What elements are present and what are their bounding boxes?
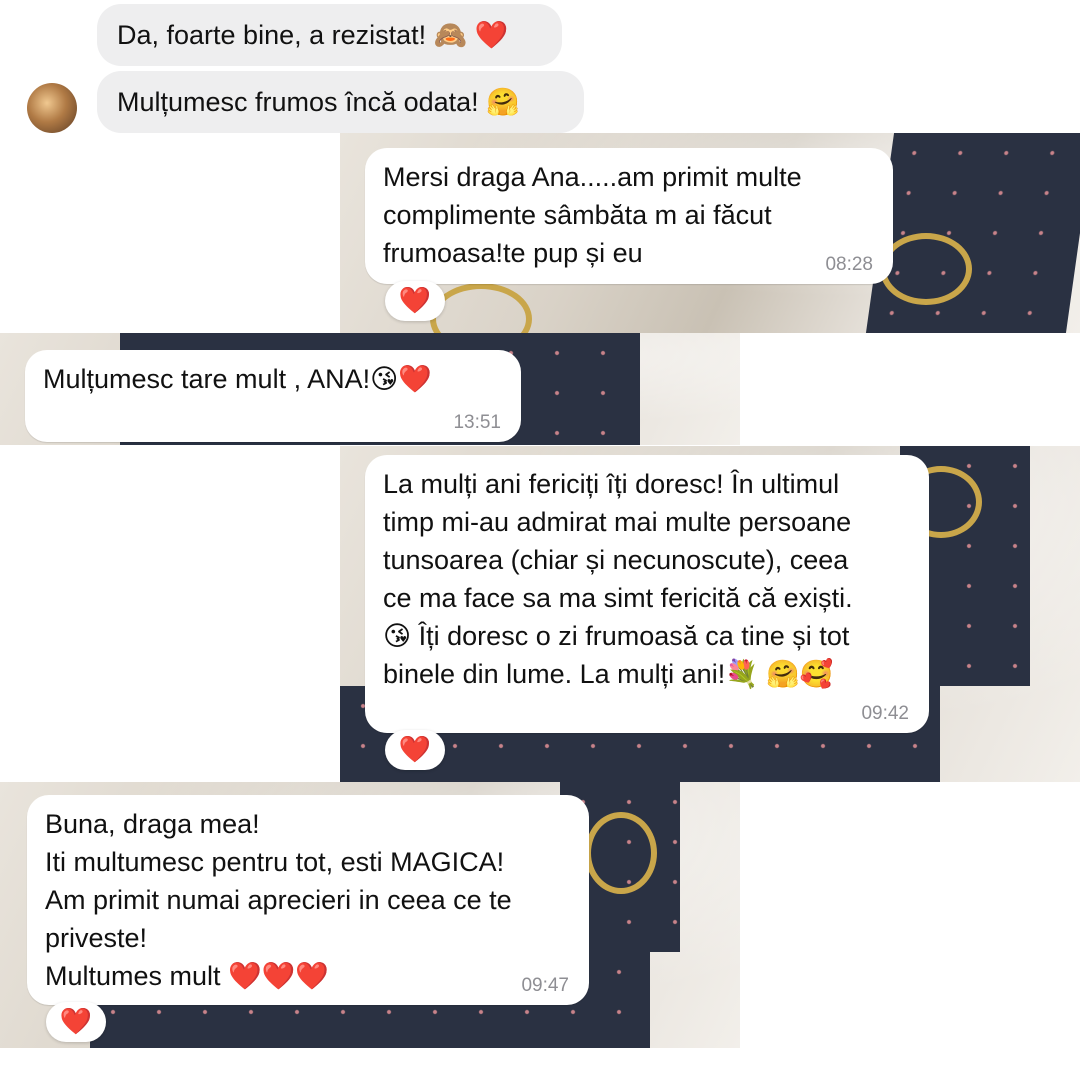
message-timestamp: 09:47 (521, 975, 569, 996)
heart-reaction[interactable]: ❤️ (385, 730, 445, 770)
message-text: Mersi draga Ana.....am primit multe comp… (383, 162, 802, 268)
message-bubble-5[interactable]: La mulți ani fericiți îți doresc! În ult… (365, 455, 929, 733)
message-text: Mulțumesc tare mult , ANA!😘❤️ (43, 364, 432, 394)
message-timestamp: 08:28 (825, 254, 873, 275)
heart-emoji: ❤️ (474, 20, 509, 50)
message-bubble-6[interactable]: Buna, draga mea! Iti multumesc pentru to… (27, 795, 589, 1005)
message-bubble-4[interactable]: Mulțumesc tare mult , ANA!😘❤️ 13:51 (25, 350, 521, 442)
message-bubble-3[interactable]: Mersi draga Ana.....am primit multe comp… (365, 148, 893, 284)
heart-icon: ❤️ (398, 286, 432, 316)
message-text: La mulți ani fericiți îți doresc! În ult… (383, 469, 853, 689)
message-timestamp: 09:42 (861, 703, 909, 724)
heart-reaction[interactable]: ❤️ (46, 1002, 106, 1042)
message-text: Mulțumesc frumos încă odata! 🤗 (117, 87, 520, 117)
message-text: Buna, draga mea! Iti multumesc pentru to… (45, 809, 512, 991)
message-timestamp: 13:51 (453, 412, 501, 433)
heart-icon: ❤️ (398, 735, 432, 765)
message-bubble-1[interactable]: Da, foarte bine, a rezistat! 🙈 ❤️ (97, 4, 562, 66)
message-text: Da, foarte bine, a rezistat! 🙈 (117, 20, 468, 50)
heart-icon: ❤️ (59, 1007, 93, 1037)
heart-reaction[interactable]: ❤️ (385, 281, 445, 321)
contact-avatar[interactable] (27, 83, 77, 133)
message-bubble-2[interactable]: Mulțumesc frumos încă odata! 🤗 (97, 71, 584, 133)
